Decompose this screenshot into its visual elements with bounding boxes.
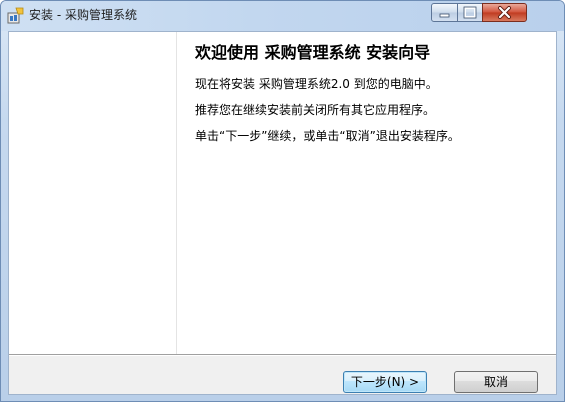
maximize-button[interactable]	[457, 3, 483, 22]
maximize-icon	[463, 6, 477, 19]
minimize-button[interactable]	[431, 3, 458, 22]
wizard-page: 欢迎使用 采购管理系统 安装向导 现在将安装 采购管理系统2.0 到您的电脑中。…	[8, 31, 557, 395]
cancel-button[interactable]: 取消	[454, 371, 538, 393]
install-target-text: 现在将安装 采购管理系统2.0 到您的电脑中。	[195, 77, 438, 91]
wizard-footer: 下一步(N) > 取消	[9, 356, 556, 394]
installer-window: 安装 - 采购管理系统 欢迎使用 采购管理系统 安装向导 现在将安装 采购管理系…	[0, 0, 565, 402]
continue-instructions: 单击“下一步”继续，或单击“取消”退出安装程序。	[195, 129, 460, 143]
window-title: 安装 - 采购管理系统	[29, 8, 137, 22]
close-apps-recommendation: 推荐您在继续安装前关闭所有其它应用程序。	[195, 103, 436, 117]
installer-app-icon	[7, 7, 24, 24]
minimize-icon	[439, 13, 450, 18]
next-button[interactable]: 下一步(N) >	[343, 371, 427, 393]
close-icon	[498, 6, 511, 19]
welcome-heading: 欢迎使用 采购管理系统 安装向导	[195, 43, 431, 62]
close-button[interactable]	[482, 3, 527, 22]
title-bar[interactable]: 安装 - 采购管理系统	[1, 1, 564, 31]
wizard-side-panel	[9, 32, 177, 354]
